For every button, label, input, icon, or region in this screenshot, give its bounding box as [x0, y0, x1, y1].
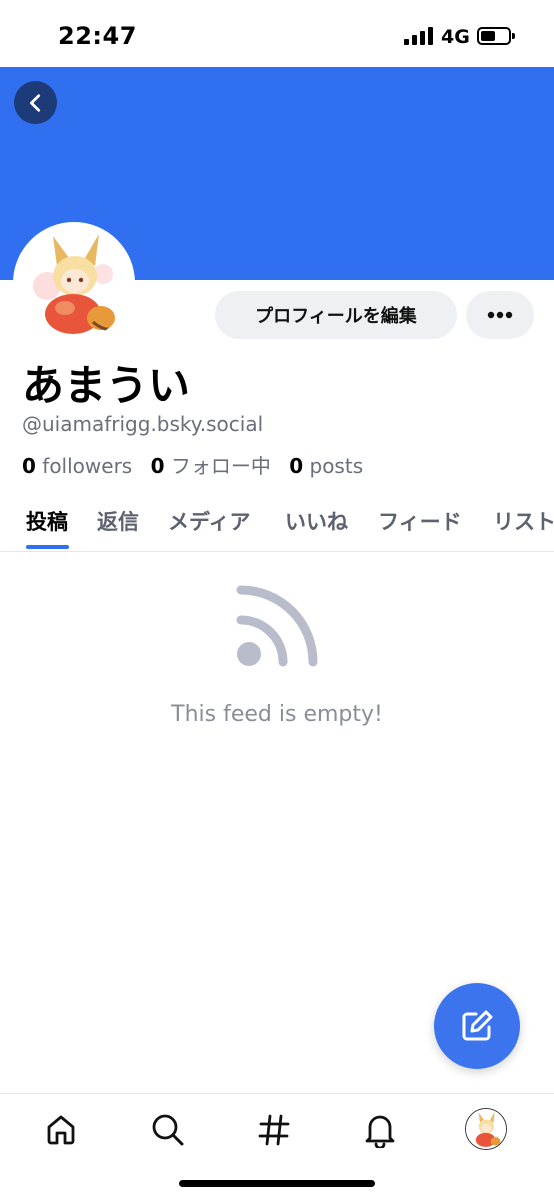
- empty-feed-message: This feed is empty!: [171, 702, 383, 727]
- nav-feeds[interactable]: [254, 1110, 294, 1150]
- profile-avatar-icon: [466, 1109, 506, 1149]
- edit-profile-button[interactable]: プロフィールを編集: [215, 291, 457, 339]
- back-button[interactable]: [14, 81, 57, 124]
- compose-icon: [462, 1010, 493, 1041]
- ellipsis-icon: [487, 311, 513, 319]
- following-count: 0: [150, 454, 165, 478]
- tab-replies[interactable]: 返信: [97, 506, 139, 536]
- home-indicator: [179, 1180, 375, 1187]
- home-icon: [47, 1115, 75, 1145]
- nav-notifications[interactable]: [360, 1110, 400, 1150]
- rss-feed-icon: [236, 585, 318, 667]
- status-bar: 22:47 4G: [0, 0, 554, 67]
- posts-label: posts: [309, 454, 364, 478]
- following-stat[interactable]: 0 フォロー中: [151, 454, 271, 478]
- search-icon: [152, 1114, 184, 1146]
- nav-search[interactable]: [148, 1110, 188, 1150]
- profile-tabs: 投稿 返信 メディア いいね フィード リスト: [0, 494, 554, 552]
- battery-icon: [477, 27, 515, 45]
- active-tab-indicator: [26, 545, 69, 549]
- posts-count: 0: [289, 454, 304, 478]
- tab-lists[interactable]: リスト: [493, 506, 554, 536]
- profile-handle: @uiamafrigg.bsky.social: [22, 412, 264, 436]
- followers-label: followers: [42, 454, 133, 478]
- compose-post-button[interactable]: [434, 983, 520, 1069]
- tab-likes[interactable]: いいね: [285, 506, 348, 536]
- followers-count: 0: [22, 454, 36, 478]
- network-label: 4G: [441, 26, 470, 48]
- display-name: あまうい: [22, 361, 191, 410]
- nav-profile-avatar[interactable]: [465, 1108, 507, 1150]
- followers-stat[interactable]: 0 followers: [22, 454, 132, 478]
- profile-stats: 0 followers 0 フォロー中 0 posts: [22, 450, 363, 479]
- tab-posts[interactable]: 投稿: [26, 506, 68, 536]
- hashtag-icon: [258, 1114, 290, 1146]
- profile-avatar[interactable]: [13, 222, 135, 344]
- more-options-button[interactable]: [466, 291, 534, 339]
- bell-icon: [365, 1115, 395, 1148]
- following-label: フォロー中: [170, 454, 271, 478]
- posts-stat: 0 posts: [289, 454, 363, 478]
- chevron-left-icon: [29, 93, 40, 112]
- nav-home[interactable]: [41, 1110, 81, 1150]
- tab-media[interactable]: メディア: [168, 506, 251, 536]
- status-time: 22:47: [58, 22, 137, 50]
- tab-feeds[interactable]: フィード: [378, 506, 462, 536]
- signal-icon: [404, 27, 434, 45]
- fox-girl-avatar-icon: [17, 226, 131, 340]
